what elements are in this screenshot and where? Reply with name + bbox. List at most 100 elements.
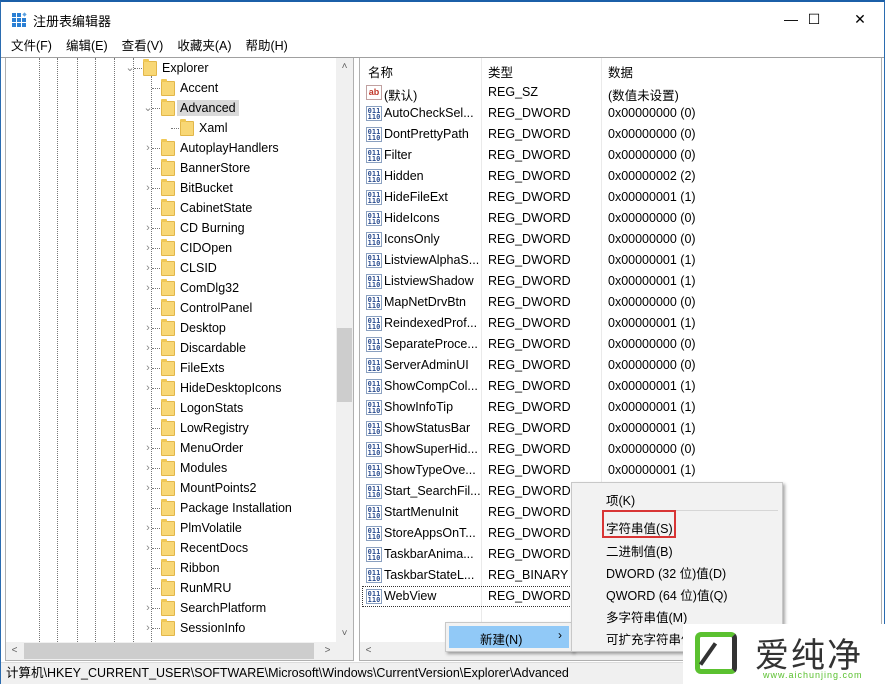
value-name: TaskbarStateL...	[384, 568, 475, 582]
menu-item-dword-value[interactable]: DWORD (32 位)值(D)	[606, 563, 726, 582]
value-row[interactable]: 011 110 ServerAdminUI REG_DWORD 0x00000000 (…	[360, 355, 880, 376]
tree-item[interactable]: Accent	[6, 78, 336, 98]
tree-item-label: Desktop	[180, 321, 226, 335]
value-row[interactable]: 011 110 MapNetDrvBtn REG_DWORD 0x00000000 (0…	[360, 292, 880, 313]
tree-item[interactable]: › MountPoints2	[6, 478, 336, 498]
scroll-down-arrow-icon[interactable]: ˅	[336, 625, 353, 642]
tree-item[interactable]: › CD Burning	[6, 218, 336, 238]
scroll-left-arrow-icon[interactable]: <	[360, 642, 377, 659]
value-row[interactable]: 011 110 ShowInfoTip REG_DWORD 0x00000001 (1)	[360, 397, 880, 418]
value-type: REG_DWORD	[488, 274, 571, 288]
tree-item[interactable]: CabinetState	[6, 198, 336, 218]
tree-item-label: Package Installation	[180, 501, 292, 515]
column-header-data[interactable]: 数据	[608, 62, 633, 81]
maximize-button[interactable]: ☐	[791, 2, 837, 36]
menu-item-qword-value[interactable]: QWORD (64 位)值(Q)	[606, 585, 728, 604]
menu-item-key[interactable]: 项(K)	[606, 490, 635, 509]
value-row[interactable]: 011 110 HideFileExt REG_DWORD 0x00000001 (1)	[360, 187, 880, 208]
folder-icon	[161, 279, 175, 296]
menu-favorites[interactable]: 收藏夹(A)	[177, 36, 231, 56]
tree-item[interactable]: RunMRU	[6, 578, 336, 598]
value-row[interactable]: 011 110 DontPrettyPath REG_DWORD 0x00000000 …	[360, 124, 880, 145]
tree-item[interactable]: ControlPanel	[6, 298, 336, 318]
value-row[interactable]: 011 110 IconsOnly REG_DWORD 0x00000000 (0)	[360, 229, 880, 250]
scroll-up-arrow-icon[interactable]: ˄	[336, 58, 353, 75]
tree-item[interactable]: ⌄ Explorer	[6, 58, 336, 78]
tree-item[interactable]: › SessionInfo	[6, 618, 336, 638]
tree-item[interactable]: › CIDOpen	[6, 238, 336, 258]
scroll-left-arrow-icon[interactable]: <	[6, 642, 23, 659]
menu-help[interactable]: 帮助(H)	[245, 36, 287, 56]
tree-item[interactable]: › ComDlg32	[6, 278, 336, 298]
tree-item[interactable]: › PlmVolatile	[6, 518, 336, 538]
menu-file[interactable]: 文件(F)	[11, 36, 52, 56]
tree-item[interactable]: › SearchPlatform	[6, 598, 336, 618]
value-name: Filter	[384, 148, 412, 162]
value-row[interactable]: 011 110 ListviewAlphaS... REG_DWORD 0x000000…	[360, 250, 880, 271]
tree-item[interactable]: › Modules	[6, 458, 336, 478]
tree-item[interactable]: ⌄ Advanced	[6, 98, 336, 118]
menu-item-multi-string-value[interactable]: 多字符串值(M)	[606, 607, 687, 626]
binary-value-icon: 011 110	[366, 442, 382, 457]
folder-icon	[180, 119, 194, 136]
value-row[interactable]: 011 110 ShowTypeOve... REG_DWORD 0x00000001 …	[360, 460, 880, 481]
value-row[interactable]: 011 110 HideIcons REG_DWORD 0x00000000 (0)	[360, 208, 880, 229]
value-data: 0x00000001 (1)	[608, 421, 696, 435]
tree-item-label: CabinetState	[180, 201, 253, 215]
tree-item[interactable]: BannerStore	[6, 158, 336, 178]
menu-item-expandable-string-value[interactable]: 可扩充字符串值	[606, 629, 694, 648]
tree-item[interactable]: › HideDesktopIcons	[6, 378, 336, 398]
tree-item[interactable]: › AutoplayHandlers	[6, 138, 336, 158]
scroll-thumb[interactable]	[24, 643, 314, 659]
tree-item[interactable]: › BitBucket	[6, 178, 336, 198]
tree-item[interactable]: › Desktop	[6, 318, 336, 338]
value-row[interactable]: 011 110 ShowStatusBar REG_DWORD 0x00000001 (…	[360, 418, 880, 439]
tree-item[interactable]: › MenuOrder	[6, 438, 336, 458]
menu-item-new-label[interactable]: 新建(N)	[480, 629, 522, 648]
value-type: REG_DWORD	[488, 295, 571, 309]
column-header-type[interactable]: 类型	[488, 62, 513, 81]
folder-icon	[161, 359, 175, 376]
scroll-thumb[interactable]	[337, 328, 352, 402]
value-row[interactable]: ab (默认) REG_SZ (数值未设置)	[360, 82, 880, 103]
value-row[interactable]: 011 110 AutoCheckSel... REG_DWORD 0x00000000…	[360, 103, 880, 124]
title-bar[interactable]: 注册表编辑器 — ☐ ✕	[1, 2, 884, 36]
value-row[interactable]: 011 110 ReindexedProf... REG_DWORD 0x0000000…	[360, 313, 880, 334]
tree-item[interactable]: Ribbon	[6, 558, 336, 578]
value-data: 0x00000000 (0)	[608, 127, 696, 141]
tree-item-label: AutoplayHandlers	[180, 141, 279, 155]
tree-item[interactable]: › Discardable	[6, 338, 336, 358]
value-name: Start_SearchFil...	[384, 484, 481, 498]
folder-icon	[161, 139, 175, 156]
menu-item-binary-value[interactable]: 二进制值(B)	[606, 541, 673, 560]
menu-view[interactable]: 查看(V)	[122, 36, 164, 56]
tree-horizontal-scrollbar[interactable]: < >	[6, 642, 353, 660]
tree-item[interactable]: LowRegistry	[6, 418, 336, 438]
tree-item-label: SessionInfo	[180, 621, 246, 635]
value-row[interactable]: 011 110 ShowSuperHid... REG_DWORD 0x00000000…	[360, 439, 880, 460]
close-button[interactable]: ✕	[837, 2, 883, 36]
value-row[interactable]: 011 110 Filter REG_DWORD 0x00000000 (0)	[360, 145, 880, 166]
tree-item[interactable]: › RecentDocs	[6, 538, 336, 558]
binary-value-icon: 011 110	[366, 358, 382, 373]
value-row[interactable]: 011 110 Hidden REG_DWORD 0x00000002 (2)	[360, 166, 880, 187]
menu-edit[interactable]: 编辑(E)	[66, 36, 108, 56]
tree-item[interactable]: Package Installation	[6, 498, 336, 518]
value-row[interactable]: 011 110 ListviewShadow REG_DWORD 0x00000001 …	[360, 271, 880, 292]
scroll-right-arrow-icon[interactable]: >	[319, 642, 336, 659]
registry-key-tree[interactable]: ⌄ Explorer Accent ⌄ Advanced Xaml › AutoplayHan…	[5, 58, 354, 661]
value-data: 0x00000001 (1)	[608, 190, 696, 204]
tree-item[interactable]: › CLSID	[6, 258, 336, 278]
tree-vertical-scrollbar[interactable]: ˄ ˅	[336, 58, 353, 642]
value-name: SeparateProce...	[384, 337, 478, 351]
value-row[interactable]: 011 110 ShowCompCol... REG_DWORD 0x00000001 …	[360, 376, 880, 397]
tree-item-label: HideDesktopIcons	[180, 381, 282, 395]
value-name: HideIcons	[384, 211, 440, 225]
value-row[interactable]: 011 110 SeparateProce... REG_DWORD 0x0000000…	[360, 334, 880, 355]
folder-icon	[161, 419, 175, 436]
tree-item[interactable]: › FileExts	[6, 358, 336, 378]
tree-item[interactable]: LogonStats	[6, 398, 336, 418]
column-header-name[interactable]: 名称	[368, 62, 393, 81]
tree-item-label: MenuOrder	[180, 441, 244, 455]
tree-item[interactable]: Xaml	[6, 118, 336, 138]
